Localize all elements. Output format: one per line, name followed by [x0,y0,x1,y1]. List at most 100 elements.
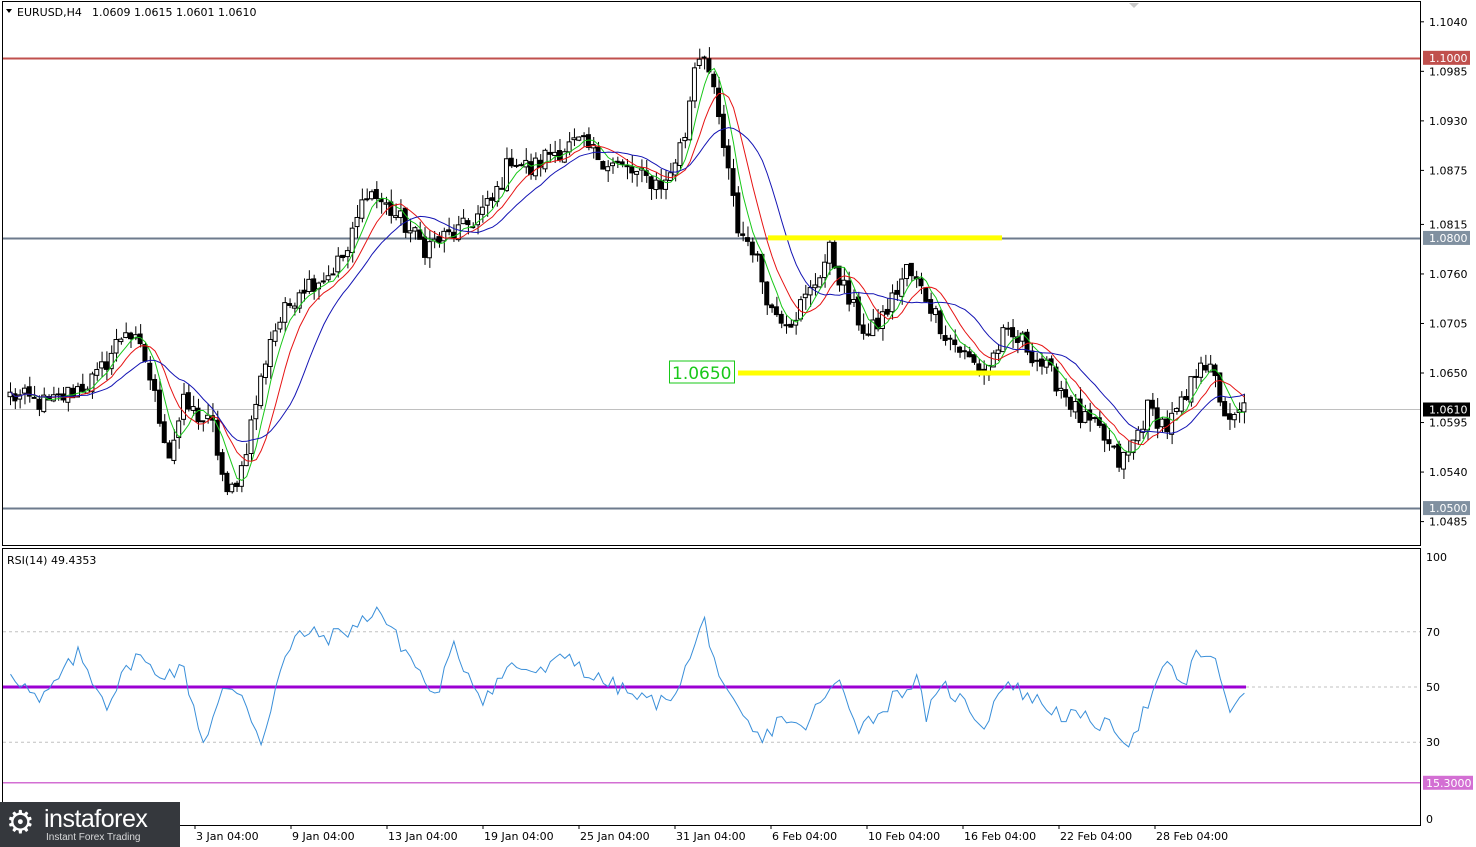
candle-body [234,482,240,487]
candle-body [1034,359,1040,362]
candle-body [725,145,731,169]
candle-body [1072,401,1078,413]
candle-body [229,483,235,493]
candle-body [277,321,283,330]
candle-body [282,302,288,323]
candle-body [311,278,317,292]
candle-body [1231,413,1237,421]
time-tick-label: 9 Jan 04:00 [292,830,355,843]
candle-body [556,150,562,161]
candle-body [696,58,702,66]
candle-body [966,351,972,358]
candle-body [904,264,910,280]
candle-body [1198,362,1204,378]
candle-body [595,146,601,161]
gear-logo-icon: ⚙ [6,803,35,841]
brand-name: instaforex [44,805,148,833]
candle-body [147,362,153,381]
candle-body [932,308,938,316]
candle-body [691,67,697,102]
time-tick-label: 16 Feb 04:00 [964,830,1036,843]
candle-body [166,442,172,459]
candle-body [894,289,900,295]
candle-body [508,157,514,167]
candle-body [325,275,331,281]
candle-body [585,134,591,148]
candle-body [576,136,582,141]
rsi-tick-label: 30 [1426,736,1440,749]
candle-body [31,396,37,399]
candle-body [730,168,736,196]
candle-body [841,279,847,286]
candle-body [759,253,765,283]
candle-body [422,236,428,258]
candle-body [518,164,524,167]
time-tick-label: 13 Jan 04:00 [388,830,458,843]
candle-body [181,393,187,420]
candle-body [1024,331,1030,353]
candle-body [802,293,808,299]
candle-body [513,164,519,167]
candle-body [291,305,297,309]
candle-body [354,216,360,228]
candle-body [156,389,162,424]
candle-body [287,303,293,306]
candle-body [190,406,196,411]
candle-body [369,191,374,200]
time-tick-label: 6 Feb 04:00 [772,830,837,843]
candle-body [860,324,866,334]
candle-body [267,339,273,367]
rsi-title: RSI(14) 49.4353 [7,554,96,567]
candle-body [624,165,630,168]
candle-body [224,472,230,493]
candle-body [436,236,442,243]
candle-body [330,273,336,276]
candle-body [1092,417,1097,420]
candle-body [764,281,770,306]
candle-body [1159,418,1165,428]
candle-body [923,287,929,302]
candle-body [778,313,784,324]
candle-body [258,375,264,407]
candle-body [479,206,485,215]
candle-body [706,58,712,73]
candle-body [55,393,61,396]
candle-body [937,310,943,335]
candle-body [1173,408,1179,412]
level-annotation-label: 1.0650 [672,364,731,384]
candle-body [113,338,119,354]
candle-body [619,161,625,165]
price-tick-label: 1.0540 [1429,466,1468,479]
candle-body [648,176,654,190]
chart-ohlc-values: 1.0609 1.0615 1.0601 1.0610 [92,6,256,19]
candle-body [301,289,307,294]
candle-body [826,241,832,264]
candle-body [571,137,577,141]
candle-body [610,162,615,167]
candle-body [687,100,693,141]
candle-body [918,278,924,287]
candle-body [460,217,466,225]
candle-body [1120,451,1126,470]
candle-body [441,230,447,242]
candle-body [238,465,244,487]
candle-body [542,149,548,170]
candle-body [884,308,890,315]
candle-body [961,350,967,353]
candle-body [1038,358,1044,367]
candle-body [1178,396,1184,412]
candle-body [161,421,167,444]
rsi-tick-label: 70 [1426,626,1440,639]
candle-body [1202,364,1208,371]
candle-body [769,304,775,309]
candle-body [388,201,394,216]
candle-body [1106,439,1112,445]
time-tick-label: 25 Jan 04:00 [580,830,650,843]
time-tick-label: 3 Jan 04:00 [196,830,259,843]
candle-body [1067,396,1073,410]
rsi-tick-label: 0 [1426,813,1433,826]
candle-body [79,383,85,392]
level-price-tag-label: 1.0500 [1429,502,1468,515]
price-tick-label: 1.0875 [1429,164,1468,177]
candle-body [720,113,726,148]
